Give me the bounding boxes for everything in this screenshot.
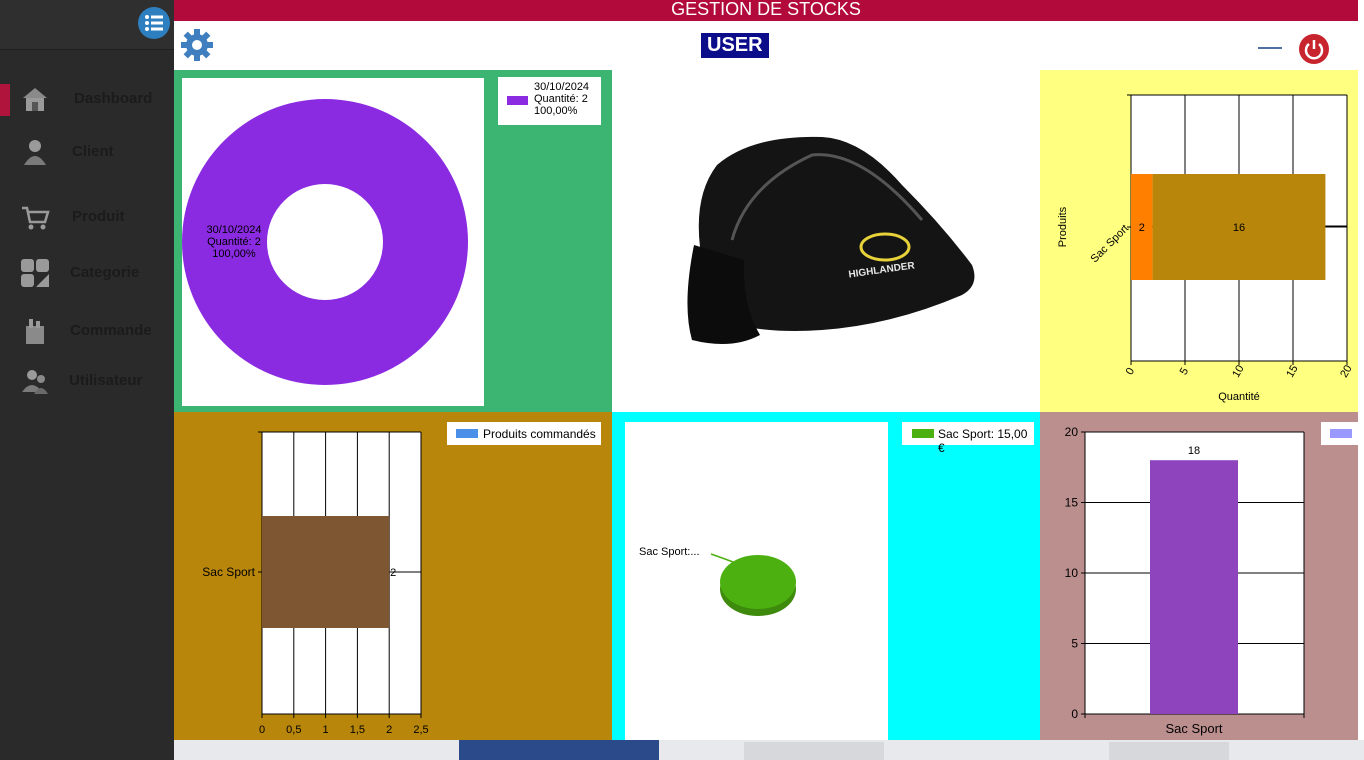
bar-value-label: 2 [390, 567, 396, 579]
sidebar-item-label: Utilisateur [69, 372, 143, 389]
legend-label: Produits commandés [483, 427, 596, 441]
tick-label: 5 [1178, 366, 1191, 377]
doughnut-chart: 30/10/2024 Quantité: 2 100,00% [182, 78, 484, 406]
grid-icon [21, 259, 49, 287]
doughnut-chart-panel: 30/10/2024 Quantité: 2 100,00% 30/10/202… [174, 70, 612, 412]
list-icon [145, 15, 163, 31]
tick-label: 15 [1284, 363, 1301, 380]
product-image-panel: HIGHLANDER [612, 70, 1040, 412]
sidebar-item-label: Dashboard [74, 90, 153, 107]
header: USER [174, 21, 1358, 70]
power-button[interactable] [1299, 34, 1329, 64]
legend-swatch [456, 429, 478, 438]
tick-label: 2,5 [413, 724, 428, 736]
bar-value-label: 18 [1188, 445, 1200, 457]
tick-label: 0,5 [286, 724, 301, 736]
sidebar-item-label: Commande [70, 322, 152, 339]
legend-label: 30/10/2024 Quantité: 2 100,00% [534, 81, 590, 117]
sidebar-item-label: Client [72, 143, 114, 160]
sidebar: Dashboard Client Produit Categorie Comma… [0, 0, 174, 760]
power-icon [1304, 40, 1324, 60]
price-pie-chart: Sac Sport:... [625, 422, 888, 740]
tick-label: 20 [1065, 425, 1079, 439]
tick-label: 10 [1230, 363, 1247, 380]
tick-label: 0 [259, 724, 265, 736]
tick-label: 2 [386, 724, 392, 736]
slice-label: 100,00% [212, 248, 256, 260]
legend-swatch [507, 96, 528, 105]
legend-swatch [1330, 429, 1352, 438]
minimize-button[interactable] [1258, 47, 1282, 49]
sidebar-item-commande[interactable]: Commande [0, 310, 174, 354]
quantity-bar-chart-panel: 0 5 10 15 20 18 Sac Sport [1040, 412, 1358, 740]
user-badge: USER [701, 33, 769, 58]
chart-legend: 30/10/2024 Quantité: 2 100,00% [498, 77, 601, 125]
sidebar-item-utilisateur[interactable]: Utilisateur [0, 360, 174, 404]
menu-toggle-button[interactable] [138, 7, 170, 39]
x-axis-label: Quantité [1218, 391, 1260, 403]
tick-label: 0 [1124, 366, 1137, 377]
stock-bar-chart: 0 5 10 15 20 2 16 Sac Sport Produits Quantité [1057, 94, 1355, 403]
chart-legend: Sac Sport: 15,00 € [902, 422, 1034, 455]
category-label: Sac Sport [1089, 223, 1132, 266]
price-pie-chart-panel: Sac Sport:... Sac Sport: 15,00 € [612, 412, 1040, 740]
sidebar-item-label: Produit [72, 208, 125, 225]
tick-label: 1,5 [350, 724, 365, 736]
quantity-bar-chart: 0 5 10 15 20 18 Sac Sport [1065, 425, 1305, 736]
chart-legend: Produits commandés [447, 422, 601, 445]
stock-bar-chart-panel: 0 5 10 15 20 2 16 Sac Sport Produits Quantité [1040, 70, 1358, 412]
person-icon [24, 140, 46, 165]
bar [262, 516, 390, 628]
product-image: HIGHLANDER [687, 136, 975, 344]
chart-legend [1321, 422, 1358, 445]
users-icon [22, 370, 48, 394]
slice-label: Quantité: 2 [207, 236, 261, 248]
background-image [174, 740, 1364, 760]
y-axis-label: Produits [1057, 206, 1069, 247]
slice-label: Sac Sport:... [639, 546, 700, 558]
tick-label: 10 [1065, 566, 1079, 580]
gear-icon[interactable] [180, 28, 214, 62]
bar-value-label: 16 [1233, 222, 1245, 234]
pie-slice [720, 555, 796, 609]
sidebar-item-produit[interactable]: Produit [0, 196, 174, 240]
category-label: Sac Sport [1165, 721, 1222, 736]
sidebar-item-client[interactable]: Client [0, 131, 174, 175]
sidebar-item-dashboard[interactable]: Dashboard [0, 78, 174, 122]
sidebar-item-label: Categorie [70, 264, 140, 281]
tick-label: 1 [323, 724, 329, 736]
orders-bar-chart: 0 0,5 1 1,5 2 2,5 2 Sac Sport [202, 431, 429, 736]
tick-label: 0 [1071, 707, 1078, 721]
legend-label: Sac Sport: 15,00 € [938, 427, 1028, 455]
tick-label: 20 [1338, 363, 1355, 380]
cart-icon [22, 206, 50, 230]
bar-value-label: 2 [1139, 222, 1145, 234]
sidebar-header [0, 0, 174, 50]
bag-icon [26, 319, 44, 344]
slice-label: 30/10/2024 [206, 224, 261, 236]
tick-label: 5 [1071, 637, 1078, 651]
window-title: GESTION DE STOCKS [174, 0, 1358, 21]
category-label: Sac Sport [202, 565, 255, 579]
home-icon [23, 88, 47, 111]
tick-label: 15 [1065, 496, 1079, 510]
legend-swatch [912, 429, 934, 438]
bar [1150, 460, 1238, 714]
orders-bar-chart-panel: 0 0,5 1 1,5 2 2,5 2 Sac Sport Produits commandé… [174, 412, 612, 740]
sidebar-item-categorie[interactable]: Categorie [0, 252, 174, 296]
